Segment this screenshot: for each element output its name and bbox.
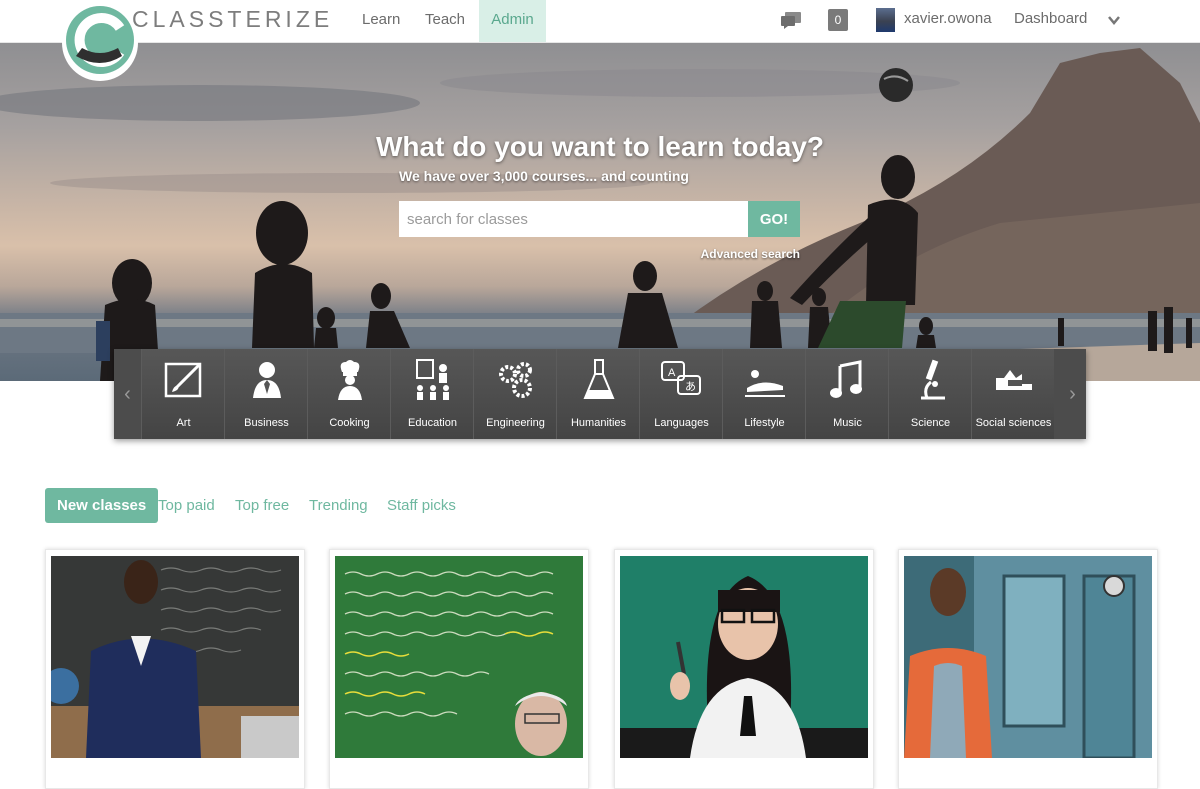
category-languages[interactable]: A あ Languages <box>639 349 722 439</box>
top-navigation-bar: CLASSTERIZE Learn Teach Admin 0 xavier.o… <box>0 0 1200 81</box>
lifestyle-icon <box>745 370 785 397</box>
chevron-left-icon[interactable]: ‹ <box>114 349 141 439</box>
nav-teach[interactable]: Teach <box>413 0 477 42</box>
class-card[interactable] <box>329 549 589 789</box>
avatar[interactable] <box>876 8 895 32</box>
nav-admin[interactable]: Admin <box>479 0 546 42</box>
art-icon <box>164 362 202 398</box>
category-label: Engineering <box>486 417 545 429</box>
go-button[interactable]: GO! <box>748 201 800 237</box>
category-label: Music <box>833 417 862 429</box>
nav-learn[interactable]: Learn <box>350 0 412 42</box>
brand-name[interactable]: CLASSTERIZE <box>132 6 333 33</box>
category-bar: ‹ Art Business Cooking Education Enginee… <box>114 349 1086 439</box>
tab-new-classes[interactable]: New classes <box>45 488 159 523</box>
category-cooking[interactable]: Cooking <box>307 349 390 439</box>
category-label: Education <box>408 417 457 429</box>
tab-trending[interactable]: Trending <box>309 488 368 523</box>
category-label: Cooking <box>329 417 370 429</box>
languages-icon: A あ <box>661 361 701 395</box>
hero-subtitle: We have over 3,000 courses... and counti… <box>399 168 689 184</box>
engineering-icon <box>499 362 532 398</box>
category-label: Business <box>244 417 289 429</box>
cooking-icon <box>338 360 362 400</box>
category-label: Humanities <box>570 417 627 429</box>
category-lifestyle[interactable]: Lifestyle <box>722 349 805 439</box>
category-social-sciences[interactable]: Social sciences <box>971 349 1054 439</box>
svg-text:あ: あ <box>685 380 696 393</box>
chevron-down-icon[interactable] <box>1106 12 1122 28</box>
svg-text:A: A <box>668 367 676 379</box>
humanities-icon <box>583 359 615 399</box>
class-card[interactable] <box>45 549 305 789</box>
category-science[interactable]: Science <box>888 349 971 439</box>
music-icon <box>830 360 862 398</box>
advanced-search-link[interactable]: Advanced search <box>700 247 800 261</box>
class-thumbnail <box>51 556 299 758</box>
class-card[interactable] <box>614 549 874 789</box>
tab-top-free[interactable]: Top free <box>235 488 289 523</box>
category-label: Science <box>910 417 951 429</box>
education-icon <box>416 359 449 400</box>
social-sciences-icon <box>996 370 1032 390</box>
messages-icon[interactable] <box>780 11 802 29</box>
category-label: Lifestyle <box>744 417 785 429</box>
category-business[interactable]: Business <box>224 349 307 439</box>
business-icon <box>253 362 281 398</box>
science-icon <box>921 359 945 400</box>
category-humanities[interactable]: Humanities <box>556 349 639 439</box>
hero-banner: What do you want to learn today? We have… <box>0 43 1200 381</box>
category-music[interactable]: Music <box>805 349 888 439</box>
username[interactable]: xavier.owona <box>904 10 992 27</box>
category-art[interactable]: Art <box>141 349 224 439</box>
search-input[interactable] <box>399 201 748 237</box>
class-thumbnail <box>620 556 868 758</box>
class-thumbnail <box>335 556 583 758</box>
tab-staff-picks[interactable]: Staff picks <box>387 488 456 523</box>
class-card[interactable] <box>898 549 1158 789</box>
category-label: Art <box>176 417 191 429</box>
notifications-icon[interactable]: 0 <box>828 9 848 31</box>
category-education[interactable]: Education <box>390 349 473 439</box>
category-engineering[interactable]: Engineering <box>473 349 556 439</box>
hero-title: What do you want to learn today? <box>376 131 824 162</box>
category-label: Social sciences <box>975 417 1052 429</box>
chevron-right-icon[interactable]: › <box>1059 349 1086 439</box>
class-thumbnail <box>904 556 1152 758</box>
classterize-logo[interactable] <box>62 0 138 84</box>
tab-top-paid[interactable]: Top paid <box>158 488 215 523</box>
category-label: Languages <box>654 417 709 429</box>
dashboard-menu[interactable]: Dashboard <box>1014 10 1087 27</box>
